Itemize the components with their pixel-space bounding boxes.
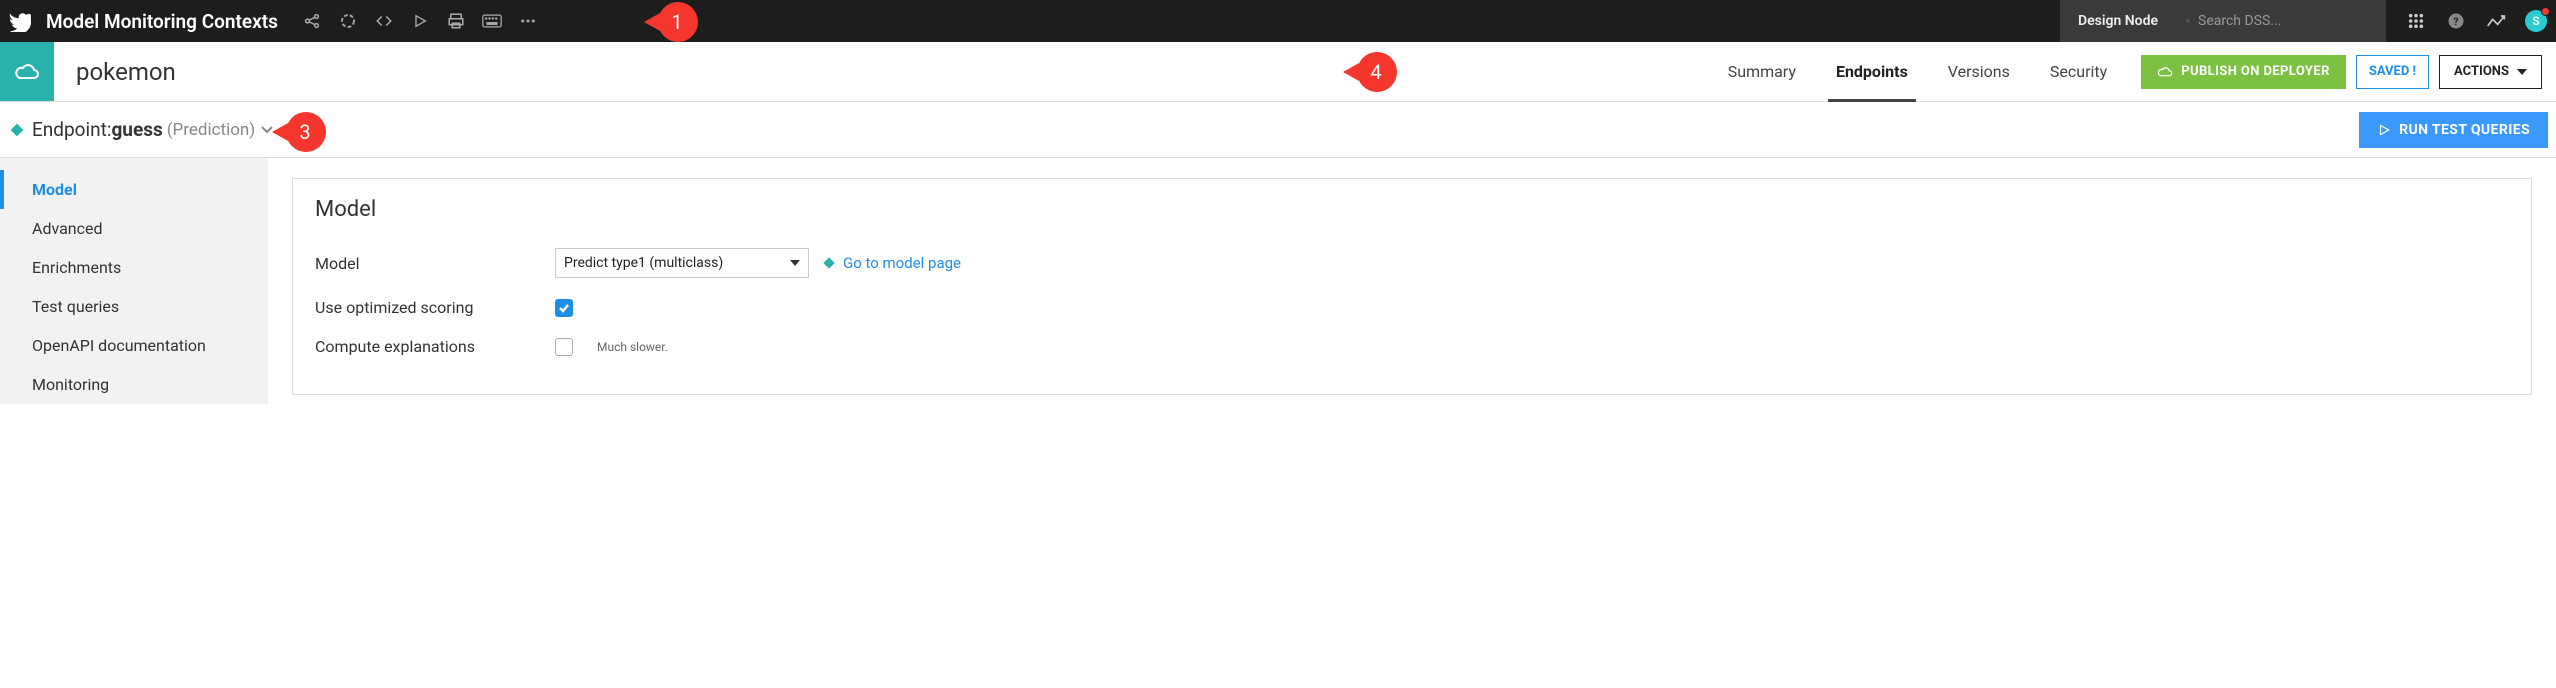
chevron-down-icon[interactable] bbox=[261, 122, 273, 138]
model-panel: Model Model Predict type1 (multiclass) G… bbox=[292, 178, 2532, 395]
endpoint-bar: Endpoint: guess (Prediction) RUN TEST QU… bbox=[0, 102, 2556, 158]
print-icon[interactable] bbox=[438, 0, 474, 42]
avatar-initial: S bbox=[2532, 14, 2539, 28]
go-link-label: Go to model page bbox=[843, 254, 961, 272]
share-icon[interactable] bbox=[294, 0, 330, 42]
diamond-icon bbox=[821, 255, 837, 271]
row-optimized: Use optimized scoring bbox=[315, 298, 2509, 317]
design-node-label[interactable]: Design Node bbox=[2060, 0, 2176, 42]
label-explanations: Compute explanations bbox=[315, 337, 555, 356]
caret-down-icon bbox=[2517, 69, 2527, 75]
row-model: Model Predict type1 (multiclass) Go to m… bbox=[315, 248, 2509, 278]
topbar: Model Monitoring Contexts Design Node bbox=[0, 0, 2556, 42]
tab-versions[interactable]: Versions bbox=[1928, 42, 2030, 101]
play-icon bbox=[2377, 123, 2391, 137]
content-area: Model Advanced Enrichments Test queries … bbox=[0, 158, 2556, 415]
go-to-model-link[interactable]: Go to model page bbox=[821, 254, 961, 272]
label-model: Model bbox=[315, 254, 555, 273]
keyboard-icon[interactable] bbox=[474, 0, 510, 42]
sidebar-item-model[interactable]: Model bbox=[0, 170, 268, 209]
search-box[interactable] bbox=[2176, 0, 2386, 42]
endpoint-diamond-icon bbox=[8, 121, 26, 139]
tab-endpoints[interactable]: Endpoints bbox=[1816, 42, 1928, 101]
code-icon[interactable] bbox=[366, 0, 402, 42]
row-explanations: Compute explanations Much slower. bbox=[315, 337, 2509, 356]
logo-bird-icon[interactable] bbox=[0, 0, 40, 42]
svg-text:?: ? bbox=[2453, 15, 2458, 28]
notification-dot-icon bbox=[2541, 7, 2550, 16]
caret-down-icon bbox=[790, 260, 800, 266]
cloud-icon bbox=[2157, 65, 2173, 79]
settings-sidebar: Model Advanced Enrichments Test queries … bbox=[0, 158, 268, 404]
run-test-queries-button[interactable]: RUN TEST QUERIES bbox=[2359, 112, 2548, 148]
apps-grid-icon[interactable] bbox=[2396, 0, 2436, 42]
sidebar-item-monitoring[interactable]: Monitoring bbox=[0, 365, 268, 404]
search-icon bbox=[2186, 13, 2190, 29]
project-cloud-icon[interactable] bbox=[0, 42, 54, 101]
project-bar: pokemon Summary Endpoints Versions Secur… bbox=[0, 42, 2556, 102]
check-icon bbox=[558, 302, 570, 314]
run-label: RUN TEST QUERIES bbox=[2399, 122, 2530, 138]
activity-icon[interactable] bbox=[2476, 0, 2516, 42]
topbar-left: Model Monitoring Contexts bbox=[0, 0, 2060, 42]
main-panel: Model Model Predict type1 (multiclass) G… bbox=[268, 158, 2556, 415]
panel-title: Model bbox=[315, 197, 2509, 222]
user-avatar[interactable]: S bbox=[2516, 0, 2556, 42]
model-select[interactable]: Predict type1 (multiclass) bbox=[555, 248, 809, 278]
label-optimized: Use optimized scoring bbox=[315, 298, 555, 317]
play-icon[interactable] bbox=[402, 0, 438, 42]
search-input[interactable] bbox=[2198, 13, 2376, 29]
sidebar-item-enrichments[interactable]: Enrichments bbox=[0, 248, 268, 287]
more-icon[interactable] bbox=[510, 0, 546, 42]
app-title: Model Monitoring Contexts bbox=[46, 10, 278, 33]
optimized-checkbox[interactable] bbox=[555, 299, 573, 317]
project-title: pokemon bbox=[76, 58, 176, 86]
endpoint-name: guess bbox=[111, 118, 162, 141]
tab-security[interactable]: Security bbox=[2030, 42, 2127, 101]
sidebar-item-test-queries[interactable]: Test queries bbox=[0, 287, 268, 326]
endpoint-type: (Prediction) bbox=[167, 120, 255, 140]
publish-label: PUBLISH ON DEPLOYER bbox=[2181, 64, 2330, 79]
publish-button[interactable]: PUBLISH ON DEPLOYER bbox=[2141, 55, 2346, 89]
project-tabs: Summary Endpoints Versions Security bbox=[1708, 42, 2127, 101]
tab-summary[interactable]: Summary bbox=[1708, 42, 1816, 101]
explanations-checkbox[interactable] bbox=[555, 338, 573, 356]
project-actions: PUBLISH ON DEPLOYER SAVED ! ACTIONS bbox=[2127, 55, 2556, 89]
endpoint-prefix: Endpoint: bbox=[32, 118, 111, 141]
actions-button[interactable]: ACTIONS bbox=[2439, 55, 2542, 89]
sidebar-item-openapi[interactable]: OpenAPI documentation bbox=[0, 326, 268, 365]
help-icon[interactable]: ? bbox=[2436, 0, 2476, 42]
lifecycle-icon[interactable] bbox=[330, 0, 366, 42]
saved-button[interactable]: SAVED ! bbox=[2356, 55, 2429, 89]
model-select-value: Predict type1 (multiclass) bbox=[564, 255, 723, 271]
actions-label: ACTIONS bbox=[2454, 64, 2509, 79]
explanations-helper: Much slower. bbox=[597, 340, 668, 354]
sidebar-item-advanced[interactable]: Advanced bbox=[0, 209, 268, 248]
